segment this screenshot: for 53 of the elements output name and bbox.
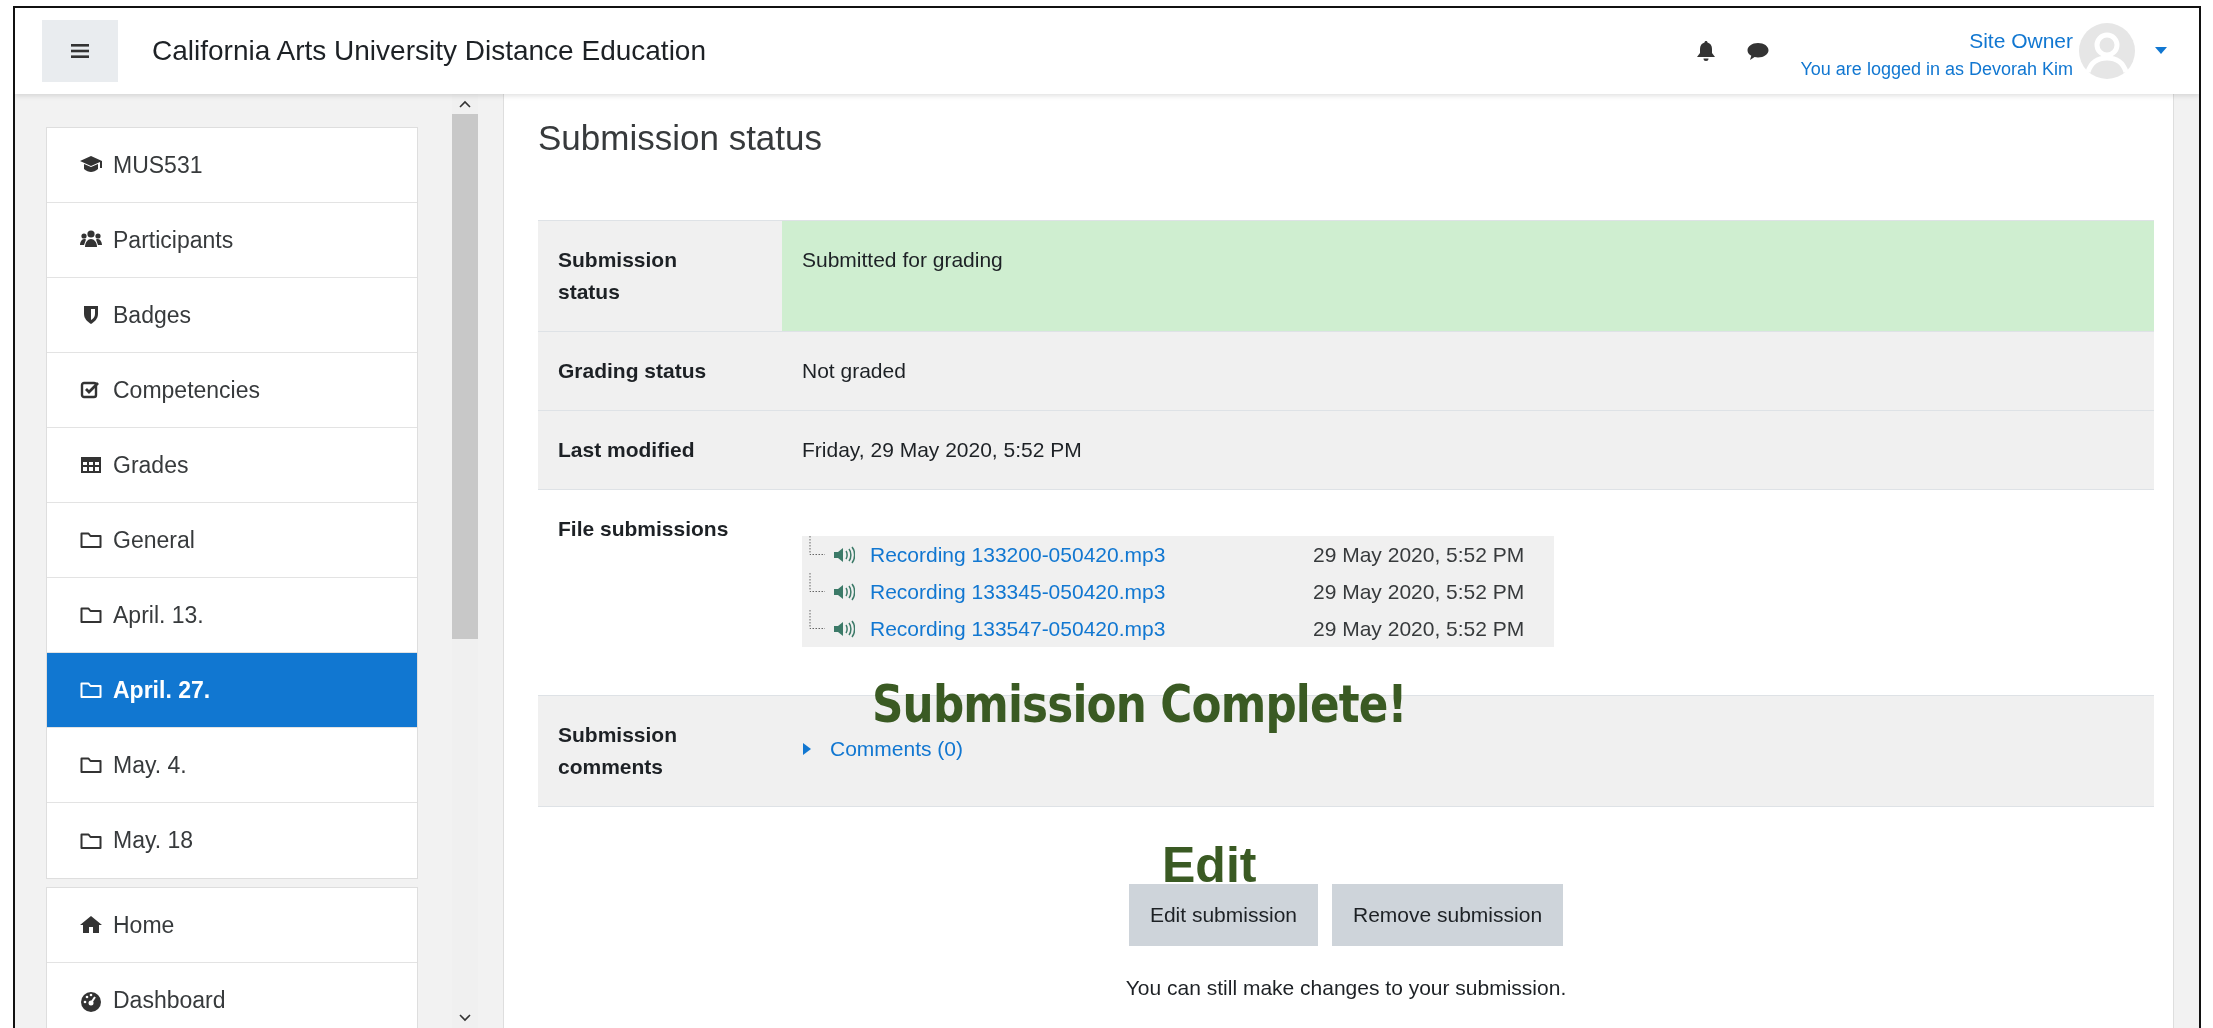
speaker-icon — [833, 619, 855, 638]
info-text: You can still make changes to your submission. — [1124, 976, 1568, 1000]
messages-button[interactable] — [1746, 41, 1771, 61]
scrollbar-thumb[interactable] — [452, 114, 478, 639]
user-name[interactable]: Site Owner — [1969, 28, 2073, 53]
notifications-button[interactable] — [1696, 40, 1717, 62]
row-label: File submissions — [557, 516, 730, 542]
user-menu[interactable]: Site Owner You are logged in as Devorah Kim — [1800, 22, 2167, 80]
sidebar-item[interactable]: May. 4. — [47, 728, 417, 803]
row-label: Grading status — [557, 358, 708, 384]
speaker-icon — [833, 582, 855, 601]
file-link[interactable]: Recording 133200-050420.mp3 — [870, 538, 1313, 571]
caret-right-icon — [802, 743, 812, 755]
sidebar-item[interactable]: April. 27. — [47, 653, 417, 728]
sidebar-item[interactable]: Grades — [47, 428, 417, 503]
site-title[interactable]: California Arts University Distance Education — [152, 35, 706, 67]
chevron-up-icon — [459, 100, 471, 108]
table-cell-text: Not graded — [801, 358, 907, 384]
table-cell-text: Friday, 29 May 2020, 5:52 PM — [801, 437, 1083, 463]
file-link[interactable]: Recording 133547-050420.mp3 — [870, 612, 1313, 645]
caret-down-icon — [2155, 47, 2167, 55]
row-label: Submission status — [557, 247, 679, 305]
login-note: You are logged in as Devorah Kim — [1800, 58, 2073, 80]
sidebar-item[interactable]: Participants — [47, 203, 417, 278]
avatar-icon — [2079, 23, 2135, 79]
sidebar-item[interactable]: General — [47, 503, 417, 578]
complete-banner-text: Submission Complete! — [872, 674, 1407, 734]
tree-connector — [809, 573, 825, 592]
sidebar-item[interactable]: MUS531 — [47, 128, 417, 203]
submission-button[interactable]: Edit submission — [1128, 884, 1318, 946]
file-date: 29 May 2020, 5:52 PM — [1313, 578, 1525, 605]
sidebar-item[interactable]: Home — [47, 888, 417, 963]
bell-icon — [1696, 40, 1717, 62]
row-label: Submission comments — [557, 722, 679, 780]
file-date: 29 May 2020, 5:52 PM — [1313, 615, 1525, 642]
section-heading: Submission status — [538, 117, 824, 159]
menu-icon — [71, 44, 89, 58]
tree-connector — [809, 536, 825, 555]
comments-toggle[interactable]: Comments (0) — [802, 733, 964, 765]
tree-connector — [809, 610, 825, 629]
row-label: Last modified — [557, 437, 696, 463]
file-link[interactable]: Recording 133345-050420.mp3 — [870, 575, 1313, 608]
sidebar-item[interactable]: Badges — [47, 278, 417, 353]
table-cell: Submitted for grading — [782, 221, 2154, 331]
sidebar-item[interactable]: Dashboard — [47, 963, 417, 1028]
chat-bubble-icon — [1746, 41, 1771, 61]
file-date: 29 May 2020, 5:52 PM — [1313, 541, 1525, 568]
chevron-down-icon — [459, 1014, 471, 1022]
submission-button[interactable]: Remove submission — [1332, 884, 1564, 946]
speaker-icon — [833, 545, 855, 564]
sidebar-item[interactable]: May. 18 — [47, 803, 417, 878]
menu-button[interactable] — [42, 20, 118, 82]
sidebar-item[interactable]: Competencies — [47, 353, 417, 428]
